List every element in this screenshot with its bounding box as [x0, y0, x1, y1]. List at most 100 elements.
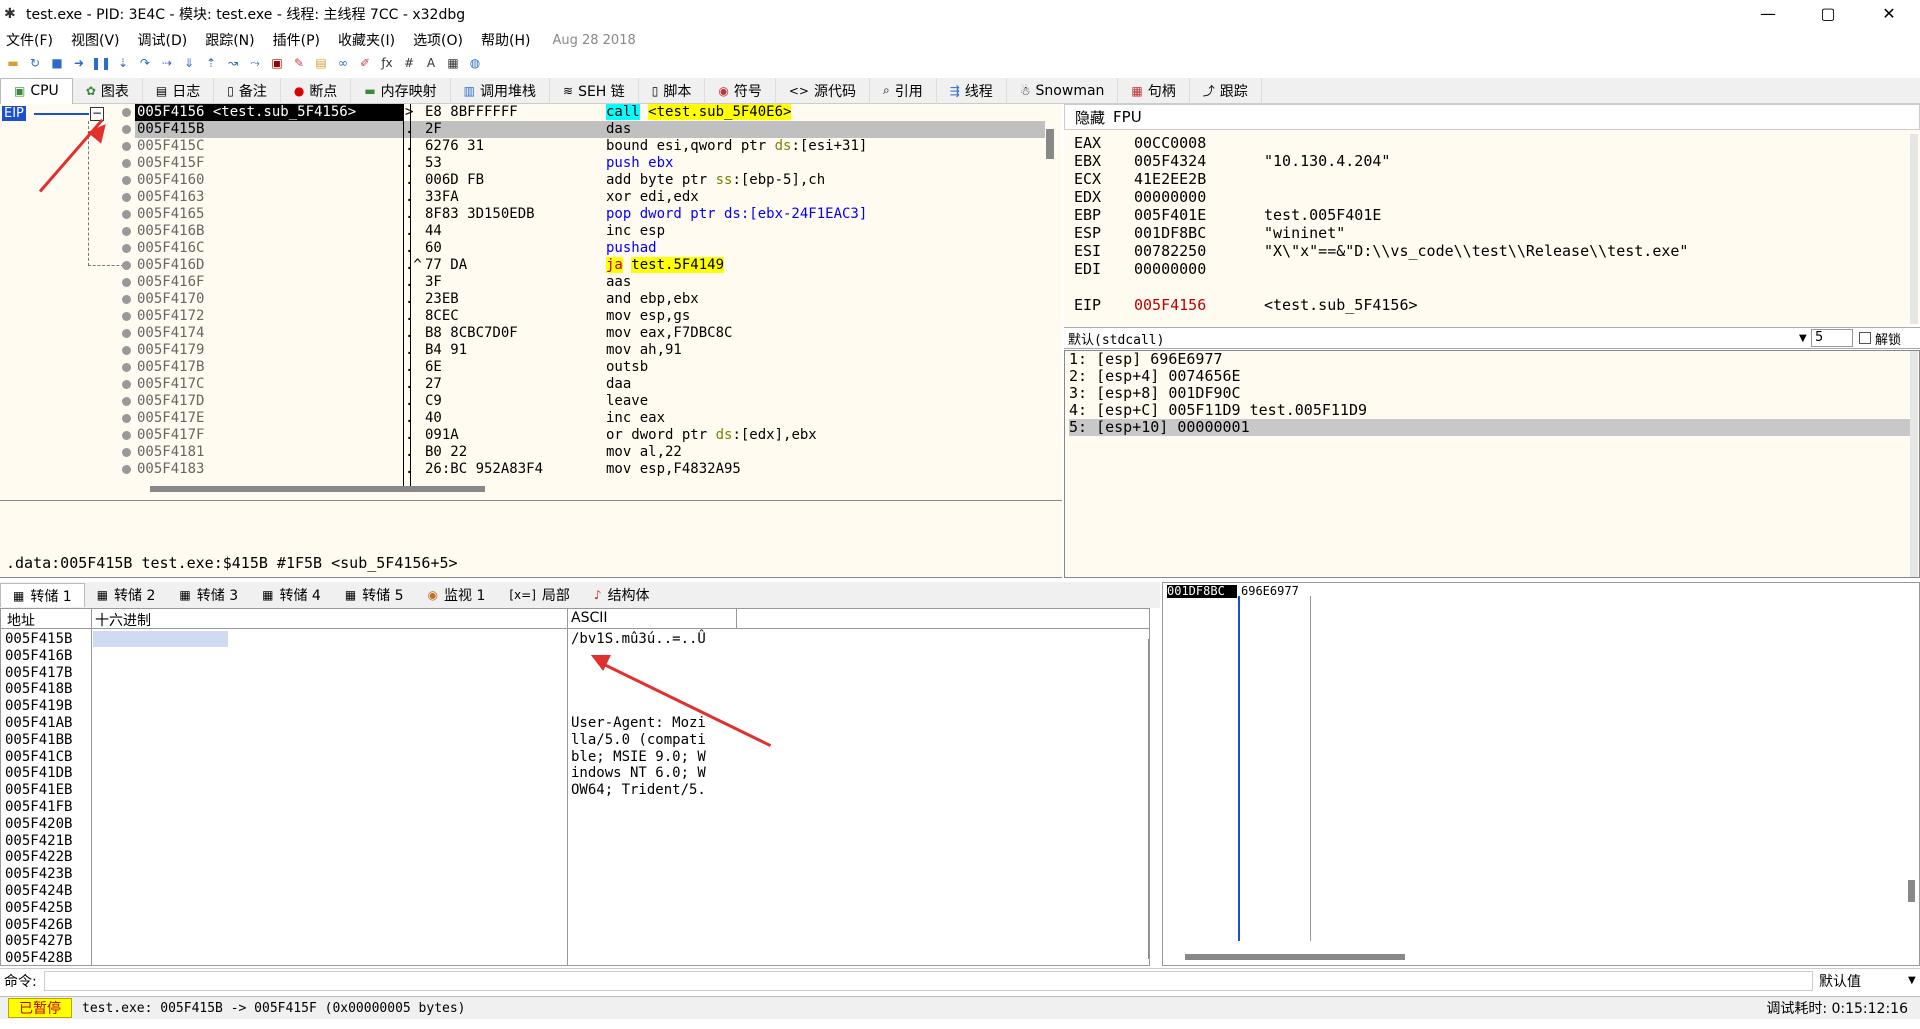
open-icon[interactable]: ▬ [4, 54, 22, 72]
disassembly-row[interactable]: 005F4160. 006D FB add byte ptr ss:[ebp-5],… [135, 172, 1045, 189]
restart-icon[interactable]: ↻ [26, 54, 44, 72]
dump-row[interactable]: 005F427B [1, 933, 736, 950]
maximize-button[interactable]: ▢ [1805, 0, 1851, 28]
registers-vscroll[interactable] [1910, 134, 1918, 324]
tab-snowman[interactable]: ☃ Snowman [1007, 77, 1119, 104]
dump-row[interactable]: 005F41CB ble; MSIE 9.0; W [1, 749, 736, 766]
disassembly-row[interactable]: 005F4172. 8CEC mov esp,gs [135, 308, 1045, 325]
dump-row[interactable]: 005F41FB [1, 799, 736, 816]
dump-row[interactable]: 005F423B [1, 866, 736, 883]
command-mode-select[interactable]: 默认值 [1813, 971, 1908, 991]
strings-icon[interactable]: A [422, 54, 440, 72]
register-value[interactable]: 005F4324 [1134, 152, 1264, 170]
tab-trace[interactable]: ⤴ 跟踪 [1190, 77, 1262, 104]
tab-dump-3[interactable]: ▦ 转储 3 [167, 583, 250, 607]
register-row[interactable]: EBX 005F4324 "10.130.4.204" [1074, 152, 1390, 170]
disassembly-row[interactable]: 005F4174. B8 8CBC7D0F mov eax,F7DBC8C [135, 325, 1045, 342]
disassembly-row[interactable]: 005F417E. 40 inc eax [135, 410, 1045, 427]
tab-handles[interactable]: ▦ 句柄 [1118, 77, 1190, 104]
menu-favourites[interactable]: 收藏夹(I) [338, 30, 395, 50]
disassembly-row[interactable]: 005F416F. 3F aas [135, 274, 1045, 291]
minimize-button[interactable]: — [1745, 0, 1791, 28]
disassembly-row[interactable]: 005F4170. 23EB and ebp,ebx [135, 291, 1045, 308]
dump-row[interactable]: 005F415B/bv1S.mû3ú..=..Û [1, 631, 736, 648]
hash-icon[interactable]: # [400, 54, 418, 72]
arguments-pane[interactable]: 1: [esp] 696E6977 2: [esp+4] 0074656E 3:… [1064, 350, 1920, 578]
register-value[interactable]: 00000000 [1134, 188, 1264, 206]
pause-icon[interactable]: ❚❚ [91, 54, 111, 72]
stack-row[interactable] [1163, 598, 1903, 611]
disassembly-row[interactable]: 005F417D. C9 leave [135, 393, 1045, 410]
stack-vscroll[interactable] [1908, 880, 1915, 902]
tab-dump-5[interactable]: ▦ 转储 5 [333, 583, 416, 607]
tab-references[interactable]: ⌕ 引用 [870, 77, 937, 104]
breakpoint-dot[interactable] [122, 312, 131, 321]
column-header-hex[interactable]: 十六进制 [95, 610, 151, 630]
stack-row[interactable] [1163, 675, 1903, 688]
stack-row[interactable] [1163, 895, 1903, 908]
breakpoint-dot[interactable] [122, 431, 131, 440]
stack-row[interactable] [1163, 637, 1903, 650]
disassembly-row[interactable]: 005F417F. 091A or dword ptr ds:[edx],ebx [135, 427, 1045, 444]
disassembly-vscroll[interactable] [1046, 129, 1054, 159]
breakpoint-dot[interactable] [122, 295, 131, 304]
disassembly-row[interactable]: 005F4165. 8F83 3D150EDB pop dword ptr ds:[… [135, 206, 1045, 223]
dump-vscroll[interactable] [1148, 639, 1149, 959]
breakpoint-dot[interactable] [122, 142, 131, 151]
disassembly-row[interactable]: 005F4181. B0 22 mov al,22 [135, 444, 1045, 461]
disassembly-row[interactable]: 005F417B. 6E outsb [135, 359, 1045, 376]
disassembly-row[interactable]: 005F4156 <test.sub_5F4156>> E8 8BFFFFFF ca… [135, 104, 1045, 121]
breakpoint-dot[interactable] [122, 363, 131, 372]
trace-into-icon[interactable]: ⇢ [158, 54, 176, 72]
breakpoint-dot[interactable] [122, 414, 131, 423]
dump-pane[interactable]: 地址 十六进制 ASCII 005F415B/bv1S.mû3ú..=..Û 00… [0, 608, 1150, 966]
unlock-checkbox[interactable] [1859, 332, 1871, 344]
tab-struct[interactable]: ♪ 结构体 [582, 583, 662, 607]
stack-row[interactable] [1163, 650, 1903, 663]
breakpoint-toggle-icon[interactable]: ▣ [268, 54, 286, 72]
step-over-icon[interactable]: ↷ [136, 54, 154, 72]
stack-row[interactable] [1163, 753, 1903, 766]
register-value[interactable]: 00CC0008 [1134, 134, 1264, 152]
register-row[interactable]: EAX 00CC0008 [1074, 134, 1264, 152]
dump-ascii[interactable]: ble; MSIE 9.0; W [571, 749, 736, 766]
stack-row[interactable] [1163, 688, 1903, 701]
tab-threads[interactable]: ⇶ 线程 [937, 77, 1007, 104]
dump-row[interactable]: 005F41DB indows NT 6.0; W [1, 765, 736, 782]
stack-row[interactable] [1163, 856, 1903, 869]
stack-row[interactable] [1163, 830, 1903, 843]
command-input[interactable] [44, 970, 1813, 991]
breakpoint-dot[interactable] [122, 210, 131, 219]
breakpoint-dot[interactable] [122, 193, 131, 202]
dump-row[interactable]: 005F419B [1, 698, 736, 715]
disassembly-pane[interactable]: EIP − 005F4156 <test.sub_5F4156>> E8 8BFF… [0, 104, 1062, 501]
tab-dump-1[interactable]: ▦ 转储 1 [0, 583, 85, 607]
patch-icon[interactable]: ✎ [290, 54, 308, 72]
trace-over-icon[interactable]: ⇓ [180, 54, 198, 72]
column-header-ascii[interactable]: ASCII [571, 610, 608, 626]
dump-row[interactable]: 005F424B [1, 883, 736, 900]
arguments-vscroll[interactable] [1910, 351, 1918, 577]
link-icon[interactable]: ∞ [334, 54, 352, 72]
calling-convention-select[interactable]: 默认(stdcall) [1064, 329, 1799, 348]
dump-row[interactable]: 005F41BB lla/5.0 (compati [1, 732, 736, 749]
tab-locals[interactable]: [x=] 局部 [497, 583, 582, 607]
dump-row[interactable]: 005F421B [1, 833, 736, 850]
dump-row[interactable]: 005F426B [1, 917, 736, 934]
tab-dump-4[interactable]: ▦ 转储 4 [250, 583, 333, 607]
dump-row[interactable]: 005F41AB User-Agent: Mozi [1, 715, 736, 732]
stack-row[interactable] [1163, 882, 1903, 895]
register-row[interactable]: EIP 005F4156 <test.sub_5F4156> [1074, 296, 1418, 314]
stack-row[interactable] [1163, 804, 1903, 817]
menu-help[interactable]: 帮助(H) [481, 30, 530, 50]
chevron-down-icon[interactable]: ▼ [1799, 333, 1811, 344]
dump-ascii[interactable]: lla/5.0 (compati [571, 732, 736, 749]
stack-row[interactable] [1163, 933, 1903, 946]
function-icon[interactable]: ƒx [378, 54, 396, 72]
register-row[interactable]: ESI 00782250 "X\"x"==&"D:\\vs_code\\test\\… [1074, 242, 1688, 260]
disassembly-row[interactable]: 005F416D .^ 77 DA ja test.5F4149 [135, 257, 1045, 274]
arg-count-spinner[interactable]: 5 [1811, 329, 1853, 347]
stack-hscroll[interactable] [1185, 954, 1405, 960]
dump-ascii[interactable]: OW64; Trident/5. [571, 782, 736, 799]
register-value[interactable]: 41E2EE2B [1134, 170, 1264, 188]
